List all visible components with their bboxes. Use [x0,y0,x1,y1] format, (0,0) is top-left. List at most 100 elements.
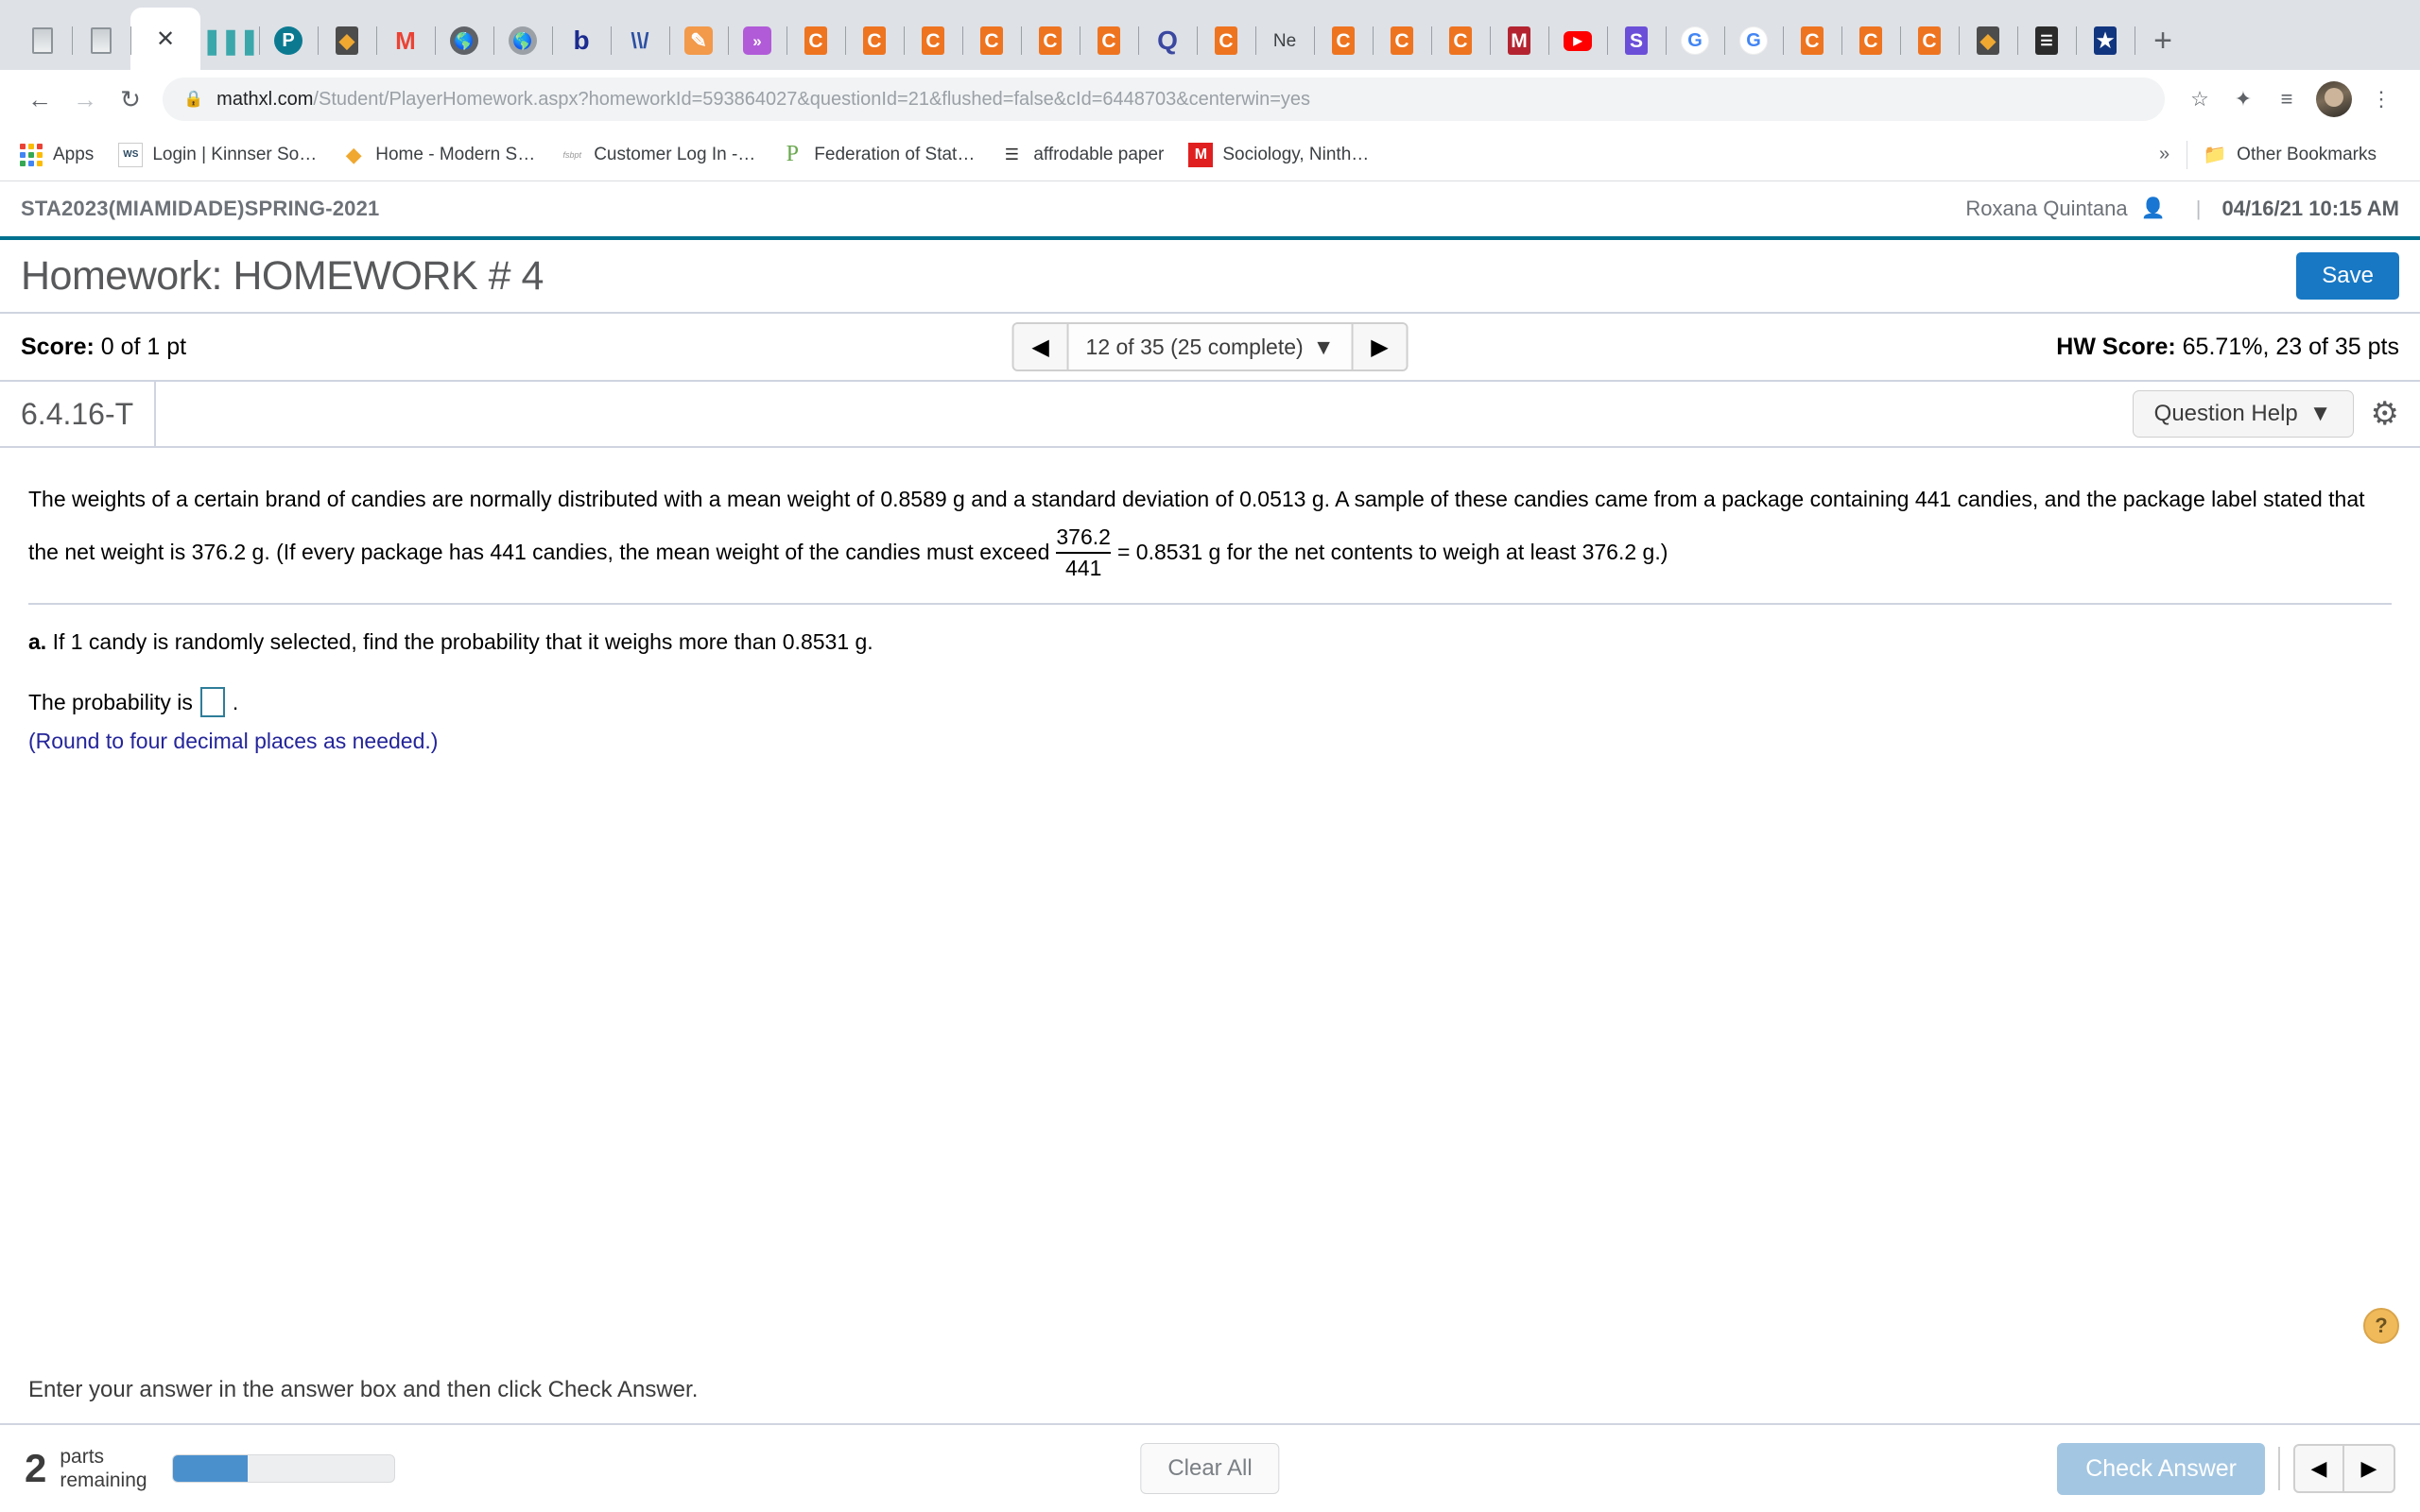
other-bookmarks-label: Other Bookmarks [2237,144,2377,164]
tab-globe-tab-1[interactable]: 🌎 [435,11,494,70]
url-text: mathxl.com/Student/PlayerHomework.aspx?h… [216,89,1310,111]
gear-icon[interactable]: ⚙ [2371,395,2399,433]
tab-canvas-tab-1[interactable]: C [786,11,846,70]
bookmark-label: Login | Kinnser So… [152,144,318,164]
answer-period: . [232,689,239,714]
tab-mheducation-tab[interactable]: M [1490,11,1549,70]
question-line-1: The weights of a certain brand of candie… [28,487,2082,511]
extensions-icon[interactable]: ✦ [2221,77,2265,121]
forward-button[interactable]: → [62,77,108,122]
question-help-button[interactable]: Question Help ▼ [2132,390,2354,438]
close-icon[interactable]: ✕ [156,26,175,53]
tab-vn-tab[interactable]: \\/ [611,11,670,70]
question-pager: ◀ 12 of 35 (25 complete) ▼ ▶ [1011,322,1409,371]
question-help-label: Question Help [2153,401,2298,426]
tab-doc-tab-2[interactable] [72,11,131,70]
blackboard-icon: b [573,26,590,55]
chrome-menu-icon[interactable]: ⋮ [2360,77,2403,121]
tab-canvas-tab-11[interactable]: C [1783,11,1842,70]
address-bar[interactable]: 🔒 mathxl.com/Student/PlayerHomework.aspx… [163,77,2165,121]
tab-s-tab[interactable]: S [1607,11,1667,70]
tab-google-tab-1[interactable]: G [1666,11,1725,70]
tab-doc-tab-3[interactable]: ☰ [2017,11,2077,70]
answer-input[interactable] [199,687,225,717]
other-bookmarks-button[interactable]: 📁 Other Bookmarks [2203,143,2377,167]
tab-canvas-tab-3[interactable]: C [904,11,963,70]
pager-dropdown[interactable]: 12 of 35 (25 complete) ▼ [1066,324,1354,369]
progress-bar [171,1454,395,1483]
footer-prev-button[interactable]: ◀ [2295,1446,2344,1491]
modernstar-icon: ◆ [332,26,362,56]
chevrons-icon: » [742,26,772,56]
footer-nav: ◀ ▶ [2293,1444,2395,1493]
tab-canvas-tab-12[interactable]: C [1841,11,1901,70]
tab-star-tab[interactable]: ★ [2076,11,2135,70]
bookmark-fsbpt[interactable]: fsbpt Customer Log In -… [560,143,755,167]
footer-next-button[interactable]: ▶ [2344,1446,2394,1491]
bars-icon: ❚❚❚ [201,26,259,55]
help-icon[interactable]: ? [2363,1308,2399,1344]
tab-canvas-tab-6[interactable]: C [1080,11,1139,70]
tab-pearson-tab[interactable]: P [259,11,319,70]
back-button[interactable]: ← [17,77,62,122]
google-icon: G [1738,26,1769,56]
tab-canvas-tab-2[interactable]: C [845,11,905,70]
tab-canvas-tab-5[interactable]: C [1021,11,1080,70]
bookmark-federation-stat[interactable]: P Federation of Stat… [780,142,976,167]
tab-purple-tab[interactable]: » [728,11,787,70]
tab-youtube-tab[interactable]: ▶ [1548,11,1608,70]
tab-bars-tab[interactable]: ❚❚❚ [200,11,260,70]
bookmark-label: Apps [53,144,95,164]
score-row: Score: 0 of 1 pt ◀ 12 of 35 (25 complete… [0,314,2420,382]
pager-prev-button[interactable]: ◀ [1013,324,1067,369]
pencil-icon: ✎ [683,26,714,56]
bookmark-sociology[interactable]: M Sociology, Ninth… [1188,142,1370,167]
tab-canvas-tab-13[interactable]: C [1900,11,1960,70]
tab-blackboard-tab[interactable]: b [552,11,612,70]
hw-score-label: HW Score: [2056,333,2176,360]
tab-canvas-tab-9[interactable]: C [1373,11,1432,70]
tab-canvas-tab-4[interactable]: C [962,11,1022,70]
canvas-icon: C [801,26,831,56]
tab-doc-tab-1[interactable] [13,11,73,70]
person-icon[interactable]: 👤 [2141,198,2166,220]
pager-next-button[interactable]: ▶ [1353,324,1407,369]
bookmark-star-icon[interactable]: ☆ [2178,77,2221,121]
fraction: 376.2 441 [1056,524,1111,581]
bookmark-apps[interactable]: Apps [19,143,94,167]
hw-score-display: HW Score: 65.71%, 23 of 35 pts [2056,334,2399,361]
pearson-p-icon: P [786,142,799,166]
tab-canvas-tab-7[interactable]: C [1197,11,1256,70]
tab-active-mathxl[interactable]: ✕ [130,8,200,70]
url-host: mathxl.com [216,88,314,110]
tab-globe-tab-2[interactable]: 🌎 [493,11,553,70]
tab-google-tab-2[interactable]: G [1724,11,1784,70]
bookmark-affordable-paper[interactable]: ☰ affrodable paper [999,143,1165,167]
tab-pencil-tab[interactable]: ✎ [669,11,729,70]
new-tab-button[interactable]: + [2135,11,2191,70]
tab-canvas-tab-10[interactable]: C [1431,11,1491,70]
bookmark-label: Home - Modern S… [375,144,536,164]
clear-all-button[interactable]: Clear All [1140,1443,1280,1494]
save-button[interactable]: Save [2296,252,2399,300]
youtube-icon: ▶ [1563,26,1593,56]
bookmark-label: Sociology, Ninth… [1222,144,1370,164]
check-answer-button[interactable]: Check Answer [2057,1442,2265,1495]
tab-modernstar-tab[interactable]: ◆ [318,11,377,70]
tab-quizlet-tab[interactable]: Q [1138,11,1198,70]
tab-gmail-tab[interactable]: M [376,11,436,70]
course-title: STA2023(MIAMIDADE)SPRING-2021 [21,197,380,220]
tab-new-tab-label[interactable]: Ne [1255,11,1315,70]
globe-icon: 🌎 [508,26,538,56]
bookmarks-overflow-button[interactable]: » [2142,144,2187,165]
reload-button[interactable]: ↻ [108,77,153,122]
bookmark-kinnser[interactable]: WS Login | Kinnser So… [118,142,318,167]
question-id: 6.4.16-T [21,396,134,431]
reading-list-icon[interactable]: ≡ [2265,77,2308,121]
bookmark-modern-star[interactable]: ◆ Home - Modern S… [341,143,535,167]
tab-canvas-tab-8[interactable]: C [1314,11,1374,70]
profile-avatar[interactable] [2316,81,2352,117]
parts-remaining: 2 parts remaining [25,1445,147,1492]
bookmarks-bar: Apps WS Login | Kinnser So… ◆ Home - Mod… [0,129,2420,181]
tab-modernstar-tab-2[interactable]: ◆ [1959,11,2018,70]
